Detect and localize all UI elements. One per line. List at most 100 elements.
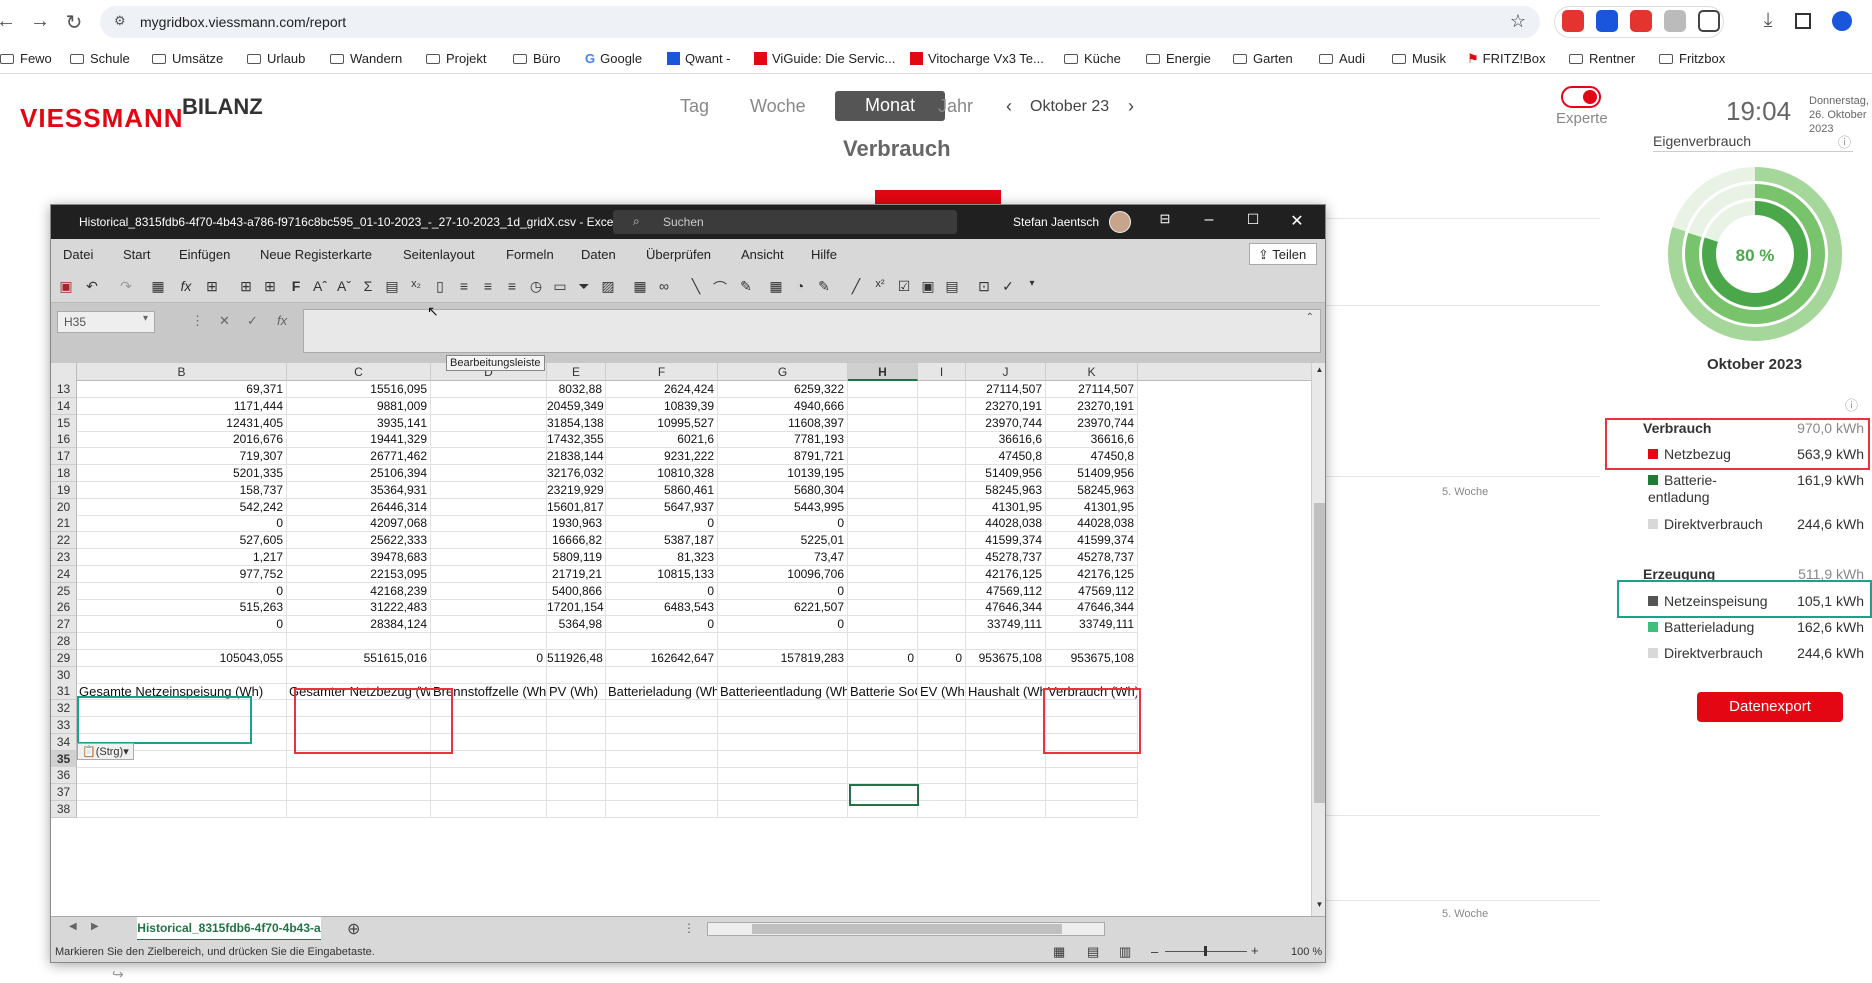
table-cell[interactable]	[431, 667, 547, 684]
table-cell[interactable]: 719,307	[77, 448, 287, 465]
page-break-icon[interactable]: ▥	[1119, 944, 1131, 960]
table-cell[interactable]: 2624,424	[606, 381, 718, 398]
image-icon[interactable]: ▨	[597, 278, 619, 295]
table-cell[interactable]	[431, 415, 547, 432]
back-icon[interactable]: ←	[0, 10, 18, 33]
row-header[interactable]: 17	[51, 448, 77, 465]
table-cell[interactable]: 6221,507	[718, 599, 848, 616]
experte-toggle[interactable]	[1561, 86, 1601, 108]
table-cell[interactable]: Batterieladung (Wh)	[606, 683, 718, 700]
table-cell[interactable]: 0	[606, 616, 718, 633]
bookmark-energie[interactable]: Energie	[1146, 51, 1211, 66]
table-cell[interactable]	[848, 700, 918, 717]
table-cell[interactable]	[431, 549, 547, 566]
table-cell[interactable]: 9231,222	[606, 448, 718, 465]
name-box[interactable]: H35	[57, 311, 155, 333]
table-cell[interactable]	[1046, 767, 1138, 784]
table-cell[interactable]: 5400,866	[547, 583, 606, 600]
menu-datei[interactable]: Datei	[63, 247, 93, 262]
table-cell[interactable]	[918, 499, 966, 516]
table-cell[interactable]: 5647,937	[606, 499, 718, 516]
table-cell[interactable]: 26446,314	[287, 499, 431, 516]
font-grow-icon[interactable]: Aˆ	[309, 278, 331, 294]
scroll-down-icon[interactable]: ▼	[1314, 900, 1325, 911]
table-cell[interactable]: 41301,95	[966, 499, 1046, 516]
table-cell[interactable]	[431, 784, 547, 801]
table-cell[interactable]: 58245,963	[1046, 482, 1138, 499]
scroll-thumb[interactable]	[752, 924, 1062, 934]
table-cell[interactable]	[606, 784, 718, 801]
table-cell[interactable]: 5364,98	[547, 616, 606, 633]
cancel-icon[interactable]: ✕	[219, 313, 230, 329]
table-cell[interactable]	[606, 633, 718, 650]
table-cell[interactable]	[547, 801, 606, 818]
table-cell[interactable]	[718, 734, 848, 751]
table-cell[interactable]: 8791,721	[718, 448, 848, 465]
table-cell[interactable]	[287, 801, 431, 818]
table-cell[interactable]: 23970,744	[966, 415, 1046, 432]
table-cell[interactable]: 0	[718, 616, 848, 633]
table-cell[interactable]	[547, 734, 606, 751]
table-cell[interactable]	[918, 633, 966, 650]
row-header[interactable]: 18	[51, 465, 77, 482]
table-cell[interactable]: 6259,322	[718, 381, 848, 398]
menu-neue-registerkarte[interactable]: Neue Registerkarte	[260, 247, 372, 262]
more-icon[interactable]: ⋮	[191, 313, 204, 329]
table-cell[interactable]: Haushalt (Wh)	[966, 683, 1046, 700]
table-cell[interactable]: 42176,125	[966, 566, 1046, 583]
extension-icon[interactable]	[1596, 10, 1618, 32]
table-cell[interactable]	[606, 751, 718, 768]
row-header[interactable]: 33	[51, 717, 77, 734]
align-right-icon[interactable]: ≡	[501, 278, 523, 294]
table-cell[interactable]: 51409,956	[1046, 465, 1138, 482]
table-cell[interactable]	[918, 448, 966, 465]
bookmark-umsaetze[interactable]: Umsätze	[152, 51, 223, 66]
extension-icon[interactable]	[1664, 10, 1686, 32]
table-cell[interactable]	[966, 633, 1046, 650]
bold-icon[interactable]: F	[285, 278, 307, 294]
chart-edit-icon[interactable]: ▤	[941, 278, 963, 295]
table-cell[interactable]	[848, 415, 918, 432]
table-cell[interactable]	[918, 700, 966, 717]
format-painter-icon[interactable]: ✓	[997, 278, 1019, 295]
table-cell[interactable]	[431, 499, 547, 516]
table-cell[interactable]	[918, 583, 966, 600]
customize-icon[interactable]: ▾	[1021, 278, 1043, 289]
subscript-icon[interactable]: x₂	[405, 278, 427, 290]
table-cell[interactable]: 5201,335	[77, 465, 287, 482]
reload-icon[interactable]: ↻	[62, 10, 86, 35]
table-cell[interactable]: 0	[718, 515, 848, 532]
table-cell[interactable]: 27114,507	[966, 381, 1046, 398]
row-header[interactable]: 32	[51, 700, 77, 717]
table-cell[interactable]: 542,242	[77, 499, 287, 516]
bookmark-google[interactable]: G Google	[585, 51, 642, 66]
table-cell[interactable]	[77, 784, 287, 801]
format-icon[interactable]: ▤	[381, 278, 403, 295]
table-cell[interactable]: 28384,124	[287, 616, 431, 633]
table-cell[interactable]: 0	[77, 583, 287, 600]
table-cell[interactable]: 42176,125	[1046, 566, 1138, 583]
column-header[interactable]: H	[848, 363, 918, 381]
table-cell[interactable]	[918, 515, 966, 532]
sidepanel-icon[interactable]	[1795, 13, 1811, 29]
edit-icon[interactable]: ✎	[813, 278, 835, 295]
column-header[interactable]: I	[918, 363, 966, 381]
bookmark-musik[interactable]: Musik	[1392, 51, 1446, 66]
table-cell[interactable]	[431, 381, 547, 398]
row-header[interactable]: 35	[51, 751, 77, 768]
table-cell[interactable]	[966, 751, 1046, 768]
table-cell[interactable]: 10815,133	[606, 566, 718, 583]
table-cell[interactable]	[287, 633, 431, 650]
table-cell[interactable]: 47646,344	[1046, 599, 1138, 616]
table-cell[interactable]	[431, 633, 547, 650]
table-cell[interactable]: 953675,108	[966, 650, 1046, 667]
table-cell[interactable]: 23270,191	[1046, 398, 1138, 415]
table-cell[interactable]	[606, 801, 718, 818]
avatar[interactable]	[1109, 211, 1131, 233]
bookmark-vitocharge[interactable]: Vitocharge Vx3 Te...	[910, 51, 1044, 66]
minimize-icon[interactable]: –	[1199, 211, 1219, 229]
table-cell[interactable]	[431, 767, 547, 784]
bookmark-wandern[interactable]: Wandern	[330, 51, 402, 66]
row-header[interactable]: 27	[51, 616, 77, 633]
site-info-icon[interactable]: ⚙	[114, 13, 126, 29]
